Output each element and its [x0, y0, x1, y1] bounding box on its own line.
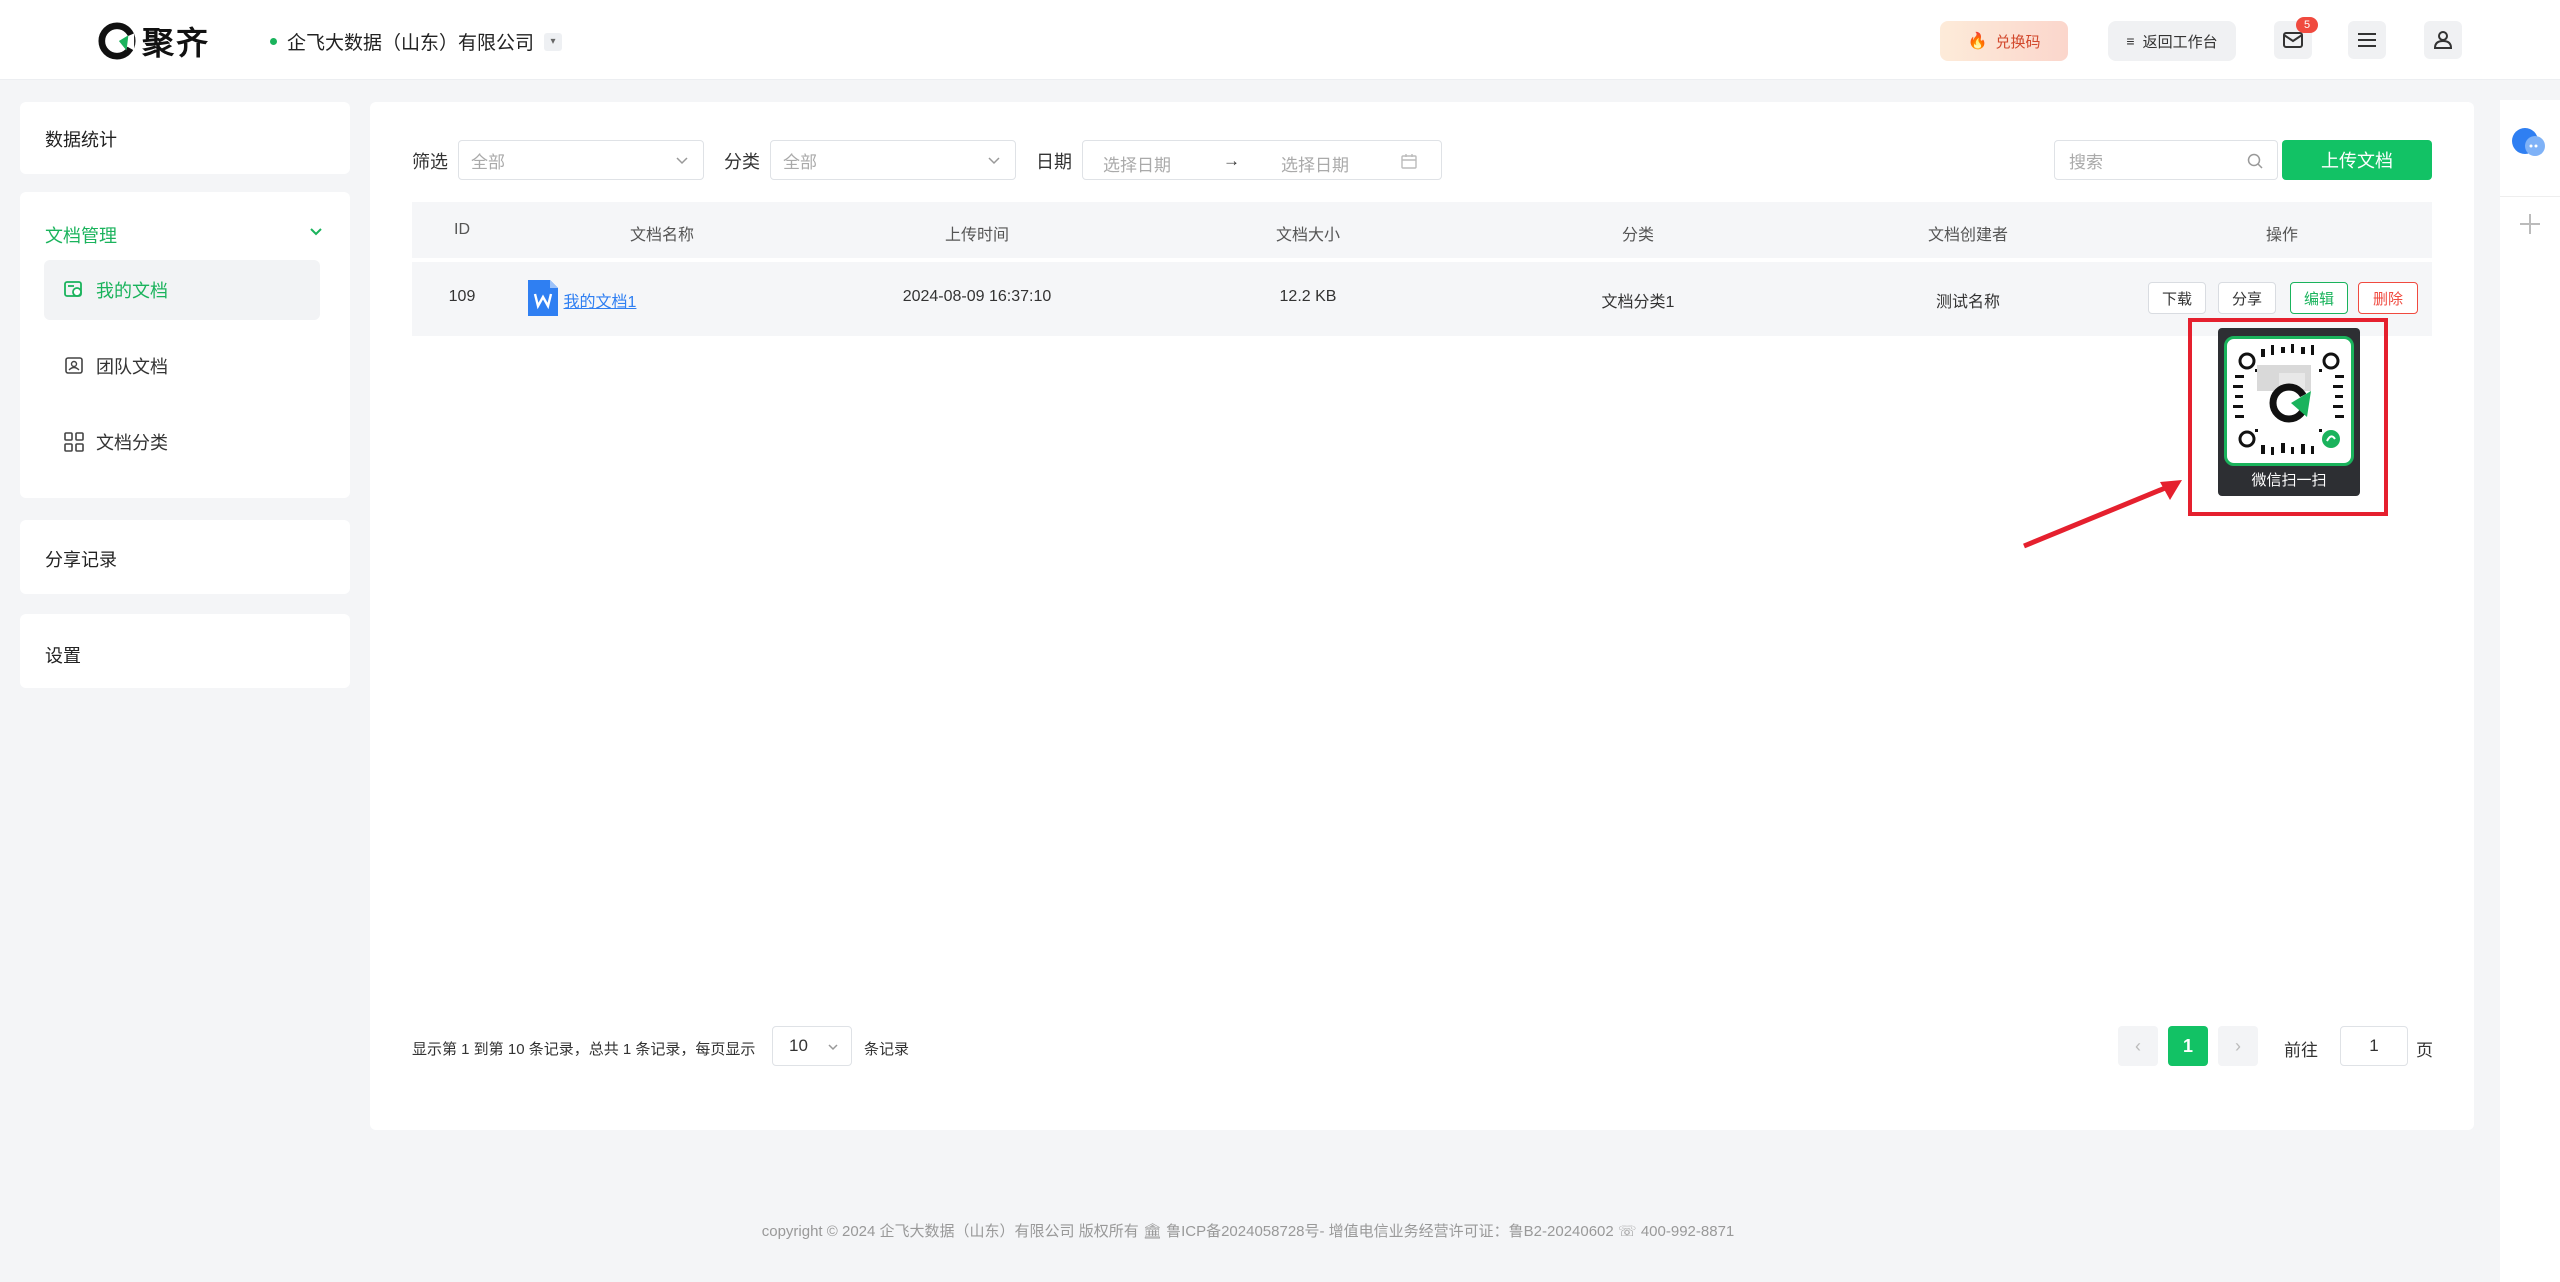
sidebar-group-doc-management: 文档管理 我的文档 团队文档 文档分类: [20, 192, 350, 498]
col-name: 文档名称: [629, 227, 695, 244]
my-docs-label: 我的文档: [96, 281, 168, 301]
user-button[interactable]: [2424, 21, 2462, 59]
logo-text: 聚齐: [142, 25, 211, 61]
sidebar-item-doc-categories[interactable]: 文档分类: [44, 412, 320, 472]
mail-icon: [2283, 32, 2303, 48]
col-upload-time: 上传时间: [944, 227, 1010, 244]
hamburger-icon: [2358, 33, 2376, 47]
prev-page-button[interactable]: ‹: [2118, 1026, 2158, 1066]
settings-label: 设置: [45, 646, 81, 666]
page-size-value: 10: [789, 1036, 808, 1055]
filter-label: 筛选: [412, 152, 448, 172]
back-workspace-label: 返回工作台: [2142, 33, 2218, 51]
upload-doc-button[interactable]: 上传文档: [2282, 140, 2432, 180]
chat-bubble-icon[interactable]: [2510, 126, 2548, 160]
user-icon: [2434, 31, 2452, 49]
col-id: ID: [454, 221, 470, 238]
col-creator: 文档创建者: [1927, 227, 2009, 244]
cell-size: 12.2 KB: [1279, 288, 1337, 305]
col-category: 分类: [1621, 227, 1655, 244]
top-header: 聚齐 企飞大数据（山东）有限公司 ▾ 🔥 兑换码 ≡ 返回工作台 5: [0, 0, 2560, 80]
rail-divider: [2500, 196, 2560, 197]
cell-upload-time: 2024-08-09 16:37:10: [902, 288, 1052, 305]
doc-name-link[interactable]: 我的文档1: [564, 288, 637, 312]
category-value: 全部: [783, 152, 817, 172]
arrow-right-icon: →: [1223, 151, 1240, 170]
company-switcher[interactable]: 企飞大数据（山东）有限公司 ▾: [270, 28, 563, 55]
edit-button[interactable]: 编辑: [2290, 282, 2348, 314]
highlight-box: [2188, 318, 2388, 516]
goto-page-input[interactable]: 1: [2340, 1026, 2408, 1066]
search-placeholder: 搜索: [2069, 152, 2103, 172]
cell-id: 109: [448, 288, 476, 305]
share-button[interactable]: 分享: [2218, 282, 2276, 314]
calendar-icon: [1401, 154, 1417, 169]
caret-down-icon[interactable]: ▾: [544, 32, 563, 51]
menu-button[interactable]: [2348, 21, 2386, 59]
delete-button[interactable]: 删除: [2358, 282, 2418, 314]
fire-icon: 🔥: [1967, 33, 1988, 50]
records-suffix: 条记录: [864, 1041, 910, 1058]
my-docs-icon: [64, 281, 82, 297]
sidebar-item-settings[interactable]: 设置: [20, 614, 350, 688]
share-records-label: 分享记录: [45, 550, 117, 570]
grid-icon: [64, 432, 84, 452]
chevron-down-icon: [676, 157, 688, 165]
redeem-label: 兑换码: [1995, 33, 2041, 51]
company-name: 企飞大数据（山东）有限公司: [287, 33, 535, 54]
sidebar-item-team-docs[interactable]: 团队文档: [44, 336, 320, 396]
list-icon: ≡: [2126, 33, 2135, 49]
next-page-button[interactable]: ›: [2218, 1026, 2258, 1066]
team-docs-label: 团队文档: [96, 357, 168, 377]
right-rail: [2500, 100, 2560, 1282]
cell-creator: 测试名称: [1935, 294, 2001, 311]
date-end-input[interactable]: 选择日期: [1281, 151, 1349, 176]
footer-text: copyright © 2024 企飞大数据（山东）有限公司 版权所有 🏛 鲁I…: [761, 1223, 1735, 1240]
doc-categories-label: 文档分类: [96, 433, 168, 453]
page-1-button[interactable]: 1: [2168, 1026, 2208, 1066]
date-start-input[interactable]: 选择日期: [1103, 151, 1171, 176]
table-row: 109 我的文档1 2024-08-09 16:37:10 12.2 KB 文档…: [412, 262, 2432, 336]
chevron-down-icon: [988, 157, 1000, 165]
table-header: ID 文档名称 上传时间 文档大小 分类 文档创建者 操作: [412, 202, 2432, 258]
pagination-summary: 显示第 1 到第 10 条记录，总共 1 条记录，每页显示: [412, 1041, 756, 1058]
mail-button[interactable]: 5: [2274, 17, 2318, 59]
word-doc-icon: [528, 280, 558, 316]
search-icon[interactable]: [2247, 153, 2263, 169]
category-label: 分类: [724, 152, 760, 172]
filter-select[interactable]: 全部: [458, 140, 704, 180]
back-to-workspace-button[interactable]: ≡ 返回工作台: [2108, 21, 2236, 61]
sidebar-item-stats[interactable]: 数据统计: [20, 102, 350, 174]
page-size-select[interactable]: 10: [772, 1026, 852, 1066]
goto-label: 前往: [2284, 1041, 2318, 1060]
sidebar-item-share-records[interactable]: 分享记录: [20, 520, 350, 594]
download-button[interactable]: 下载: [2148, 282, 2206, 314]
category-select[interactable]: 全部: [770, 140, 1016, 180]
col-size: 文档大小: [1275, 227, 1341, 244]
status-dot: [270, 38, 277, 45]
team-docs-icon: [65, 357, 83, 374]
logo-icon: [98, 22, 136, 60]
sidebar-item-my-docs[interactable]: 我的文档: [44, 260, 320, 320]
doc-management-label[interactable]: 文档管理: [45, 222, 117, 248]
cell-category: 文档分类1: [1601, 294, 1675, 311]
logo[interactable]: 聚齐: [98, 18, 210, 64]
date-range-picker[interactable]: 选择日期 → 选择日期: [1082, 140, 1442, 180]
stats-label: 数据统计: [45, 130, 117, 150]
date-label: 日期: [1036, 152, 1072, 172]
chevron-down-icon[interactable]: [310, 228, 322, 236]
search-input[interactable]: 搜索: [2054, 140, 2278, 180]
col-actions: 操作: [2265, 227, 2299, 244]
footer: copyright © 2024 企飞大数据（山东）有限公司 版权所有 🏛 鲁I…: [0, 1152, 2500, 1282]
filter-value: 全部: [471, 152, 505, 172]
mail-badge: 5: [2296, 17, 2318, 33]
plus-icon[interactable]: [2518, 212, 2542, 236]
page-suffix: 页: [2416, 1041, 2433, 1060]
chevron-down-icon: [828, 1044, 838, 1051]
annotation-arrow-icon: [2023, 480, 2182, 549]
redeem-code-button[interactable]: 🔥 兑换码: [1940, 21, 2068, 61]
